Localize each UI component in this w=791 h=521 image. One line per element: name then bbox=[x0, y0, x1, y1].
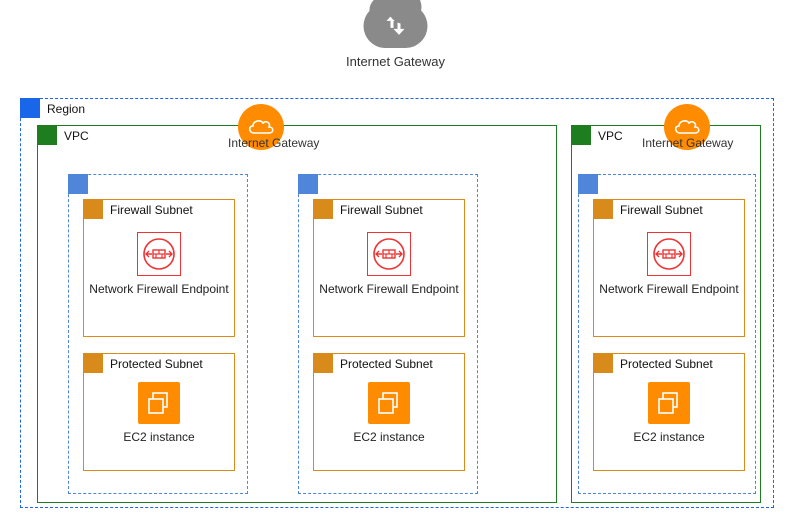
network-firewall-icon bbox=[137, 232, 181, 276]
firewall-subnet-box: Firewall Subnet bbox=[313, 199, 465, 337]
protected-subnet-box: Protected Subnet EC2 instance bbox=[593, 353, 745, 471]
availability-zone-box: Firewall Subnet bbox=[68, 174, 248, 494]
ec2-instance-icon bbox=[368, 382, 410, 424]
vpc-box: VPC Internet Gateway Firewall Subnet bbox=[571, 125, 761, 503]
vpc-label: VPC bbox=[598, 129, 623, 143]
top-internet-gateway-label: Internet Gateway bbox=[346, 54, 445, 69]
ec2-instance-icon bbox=[648, 382, 690, 424]
availability-zone-box: Firewall Subnet bbox=[298, 174, 478, 494]
network-firewall-icon bbox=[647, 232, 691, 276]
firewall-subnet-box: Firewall Subnet bbox=[593, 199, 745, 337]
az-tag-icon bbox=[68, 174, 88, 194]
diagram-canvas: Internet Gateway Region VPC Internet Gat… bbox=[0, 0, 791, 521]
subnet-caption: EC2 instance bbox=[314, 430, 464, 446]
vpc-box: VPC Internet Gateway Firewall Subnet bbox=[37, 125, 557, 503]
network-firewall-icon bbox=[367, 232, 411, 276]
subnet-caption: EC2 instance bbox=[84, 430, 234, 446]
subnet-title: Firewall Subnet bbox=[620, 203, 703, 217]
internet-gateway-label: Internet Gateway bbox=[642, 136, 733, 150]
vpc-tag-icon bbox=[571, 125, 591, 145]
subnet-tag-icon bbox=[313, 353, 333, 373]
top-internet-gateway: Internet Gateway bbox=[346, 4, 445, 69]
cloud-icon bbox=[364, 4, 428, 48]
subnet-caption: Network Firewall Endpoint bbox=[594, 282, 744, 298]
subnet-caption: Network Firewall Endpoint bbox=[84, 282, 234, 298]
subnet-tag-icon bbox=[593, 353, 613, 373]
protected-subnet-box: Protected Subnet EC2 instance bbox=[83, 353, 235, 471]
subnet-tag-icon bbox=[83, 353, 103, 373]
availability-zone-box: Firewall Subnet bbox=[578, 174, 756, 494]
subnet-caption: Network Firewall Endpoint bbox=[314, 282, 464, 298]
firewall-subnet-box: Firewall Subnet bbox=[83, 199, 235, 337]
vpc-label: VPC bbox=[64, 129, 89, 143]
region-tag-icon bbox=[20, 98, 40, 118]
region-box: Region VPC Internet Gateway Firewall Sub… bbox=[20, 98, 774, 508]
az-tag-icon bbox=[298, 174, 318, 194]
subnet-tag-icon bbox=[83, 199, 103, 219]
internet-gateway-label: Internet Gateway bbox=[228, 136, 319, 150]
subnet-title: Protected Subnet bbox=[110, 357, 203, 371]
region-label: Region bbox=[47, 102, 85, 116]
az-tag-icon bbox=[578, 174, 598, 194]
subnet-title: Firewall Subnet bbox=[110, 203, 193, 217]
protected-subnet-box: Protected Subnet EC2 instance bbox=[313, 353, 465, 471]
subnet-title: Firewall Subnet bbox=[340, 203, 423, 217]
ec2-instance-icon bbox=[138, 382, 180, 424]
subnet-caption: EC2 instance bbox=[594, 430, 744, 446]
subnet-title: Protected Subnet bbox=[620, 357, 713, 371]
subnet-tag-icon bbox=[593, 199, 613, 219]
vpc-tag-icon bbox=[37, 125, 57, 145]
subnet-tag-icon bbox=[313, 199, 333, 219]
subnet-title: Protected Subnet bbox=[340, 357, 433, 371]
